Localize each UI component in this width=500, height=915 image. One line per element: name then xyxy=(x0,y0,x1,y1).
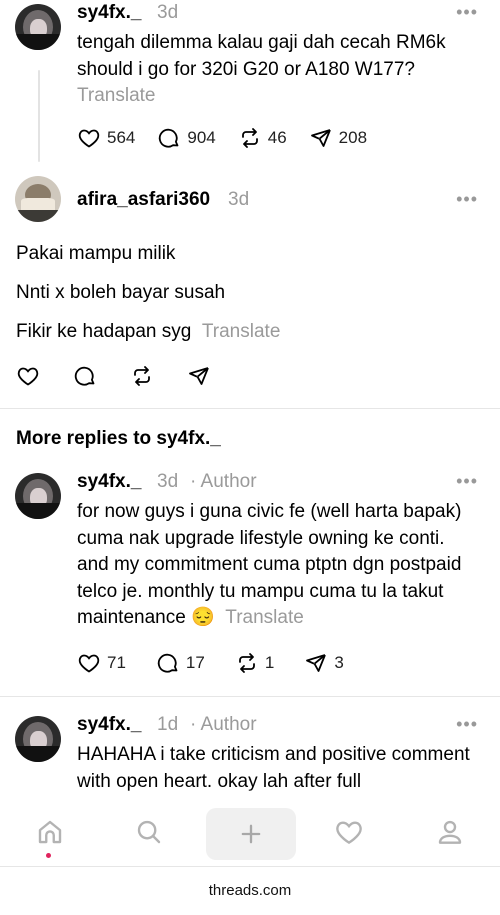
like-count: 564 xyxy=(107,128,136,147)
share-button[interactable]: 208 xyxy=(309,126,367,150)
post-username[interactable]: sy4fx._ xyxy=(77,471,141,493)
post-actions: 564 904 46 208 xyxy=(77,126,389,150)
comment-icon xyxy=(157,653,178,673)
post-username[interactable]: sy4fx._ xyxy=(77,714,141,736)
footer-domain: threads.com xyxy=(0,866,500,908)
nav-new-post[interactable] xyxy=(206,808,296,860)
post-line: Nnti x boleh bayar susah xyxy=(16,282,226,303)
translate-link[interactable]: Translate xyxy=(202,321,281,342)
post-line: Fikir ke hadapan syg Translate xyxy=(16,321,281,342)
send-icon xyxy=(306,654,327,672)
send-icon xyxy=(189,367,209,385)
nav-profile[interactable] xyxy=(428,810,472,854)
home-icon xyxy=(38,820,62,844)
reply-button[interactable]: 17 xyxy=(156,651,205,675)
post-username[interactable]: afira_asfari360 xyxy=(77,189,210,211)
repost-icon xyxy=(134,366,150,386)
more-replies-heading: More replies to sy4fx._ xyxy=(16,428,221,449)
repost-icon xyxy=(238,653,255,673)
divider xyxy=(0,696,500,697)
heart-icon xyxy=(17,367,39,386)
search-icon xyxy=(137,820,161,844)
like-count: 71 xyxy=(107,653,126,672)
notification-dot xyxy=(46,853,51,858)
reply-button[interactable]: 904 xyxy=(157,126,216,150)
nav-activity[interactable] xyxy=(327,810,371,854)
repost-button[interactable]: 46 xyxy=(238,126,287,150)
avatar[interactable] xyxy=(15,716,61,762)
post-text: for now guys i guna civic fe (well harta… xyxy=(77,501,462,628)
comment-icon xyxy=(159,128,179,148)
nav-search[interactable] xyxy=(127,810,171,854)
more-options-icon[interactable]: ••• xyxy=(456,714,478,735)
avatar[interactable] xyxy=(15,176,61,222)
post-timestamp: 3d xyxy=(228,189,250,210)
avatar[interactable] xyxy=(15,4,61,50)
translate-link[interactable]: Translate xyxy=(77,83,446,110)
reply-count: 904 xyxy=(187,128,216,147)
plus-icon xyxy=(241,824,261,844)
repost-button[interactable] xyxy=(130,364,154,388)
post-text: tengah dilemma kalau gaji dah cecah RM6k… xyxy=(77,30,446,110)
post-actions: 71 17 1 3 xyxy=(77,651,366,675)
more-options-icon[interactable]: ••• xyxy=(456,189,478,210)
author-tag: · Author xyxy=(190,471,257,492)
heart-icon xyxy=(78,654,100,673)
share-button[interactable] xyxy=(187,364,211,388)
heart-icon xyxy=(78,129,100,148)
post-username[interactable]: sy4fx._ xyxy=(77,2,141,24)
divider xyxy=(0,408,500,409)
post-timestamp: 3d xyxy=(157,471,179,492)
repost-count: 1 xyxy=(264,653,275,672)
share-count: 208 xyxy=(338,128,368,147)
like-button[interactable]: 564 xyxy=(77,126,135,150)
heart-icon xyxy=(336,821,362,845)
repost-button[interactable]: 1 xyxy=(235,651,274,675)
nav-home[interactable] xyxy=(28,810,72,854)
post-text: HAHAHA i take criticism and positive com… xyxy=(77,744,470,792)
post-line: Pakai mampu milik xyxy=(16,243,176,264)
more-options-icon[interactable]: ••• xyxy=(456,2,478,23)
thread-line xyxy=(38,70,40,162)
like-button[interactable]: 71 xyxy=(77,651,126,675)
post-actions xyxy=(16,364,233,388)
post-timestamp: 3d xyxy=(157,2,179,23)
translate-link[interactable]: Translate xyxy=(225,607,304,628)
post-timestamp: 1d xyxy=(157,714,179,735)
avatar[interactable] xyxy=(15,473,61,519)
reply-count: 17 xyxy=(185,653,205,672)
send-icon xyxy=(310,129,331,147)
share-count: 3 xyxy=(334,653,344,672)
repost-count: 46 xyxy=(267,128,287,147)
more-options-icon[interactable]: ••• xyxy=(456,471,478,492)
reply-button[interactable] xyxy=(73,364,97,388)
comment-icon xyxy=(74,366,95,386)
profile-icon xyxy=(438,820,462,844)
share-button[interactable]: 3 xyxy=(304,651,344,675)
repost-icon xyxy=(241,128,258,148)
like-button[interactable] xyxy=(16,364,40,388)
bottom-nav xyxy=(0,800,500,864)
author-tag: · Author xyxy=(190,714,257,735)
